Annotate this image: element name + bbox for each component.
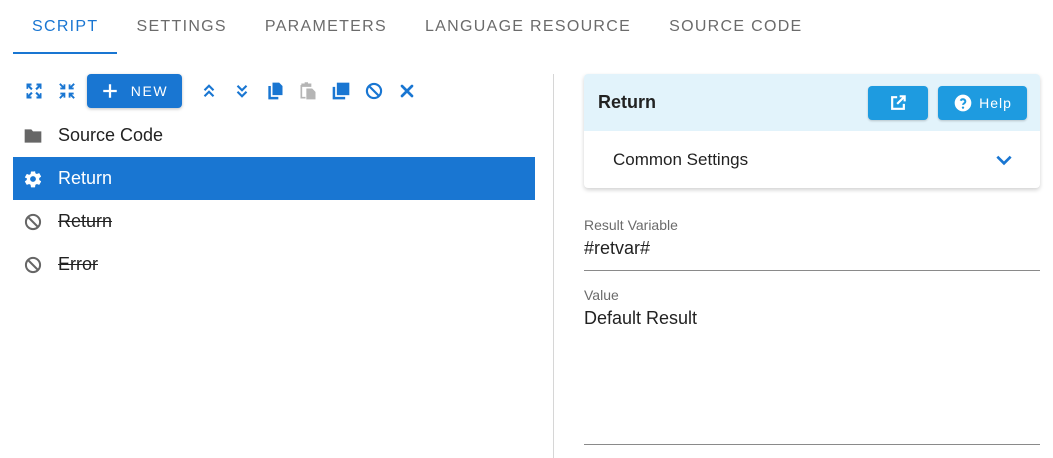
tree-item-label: Return: [58, 211, 113, 231]
tab-script[interactable]: SCRIPT: [13, 0, 118, 54]
tab-source-code[interactable]: SOURCE CODE: [650, 0, 821, 54]
properties-panel: Return Help Common Settings Result Varia…: [584, 74, 1040, 458]
paste-button[interactable]: [291, 75, 324, 107]
common-settings-label: Common Settings: [613, 149, 749, 169]
tree-item-label: Return: [58, 168, 113, 188]
gear-icon: [23, 169, 43, 189]
tree-item-label: Source Code: [58, 125, 164, 145]
expand-icon: [26, 83, 41, 99]
collapse-all-button[interactable]: [50, 75, 83, 107]
result-variable-input[interactable]: #retvar#: [584, 238, 1040, 259]
duplicate-button[interactable]: [324, 75, 357, 107]
properties-header: Return Help: [584, 74, 1040, 131]
help-button[interactable]: Help: [938, 85, 1027, 120]
disable-button[interactable]: [357, 75, 390, 107]
tab-language-resource[interactable]: LANGUAGE RESOURCE: [406, 0, 650, 54]
collapse-icon: [58, 83, 75, 99]
paste-icon: [300, 82, 315, 100]
external-link-icon: [891, 94, 906, 110]
chevron-down-icon: [996, 155, 1012, 165]
block-icon: [23, 255, 43, 275]
new-button[interactable]: NEW: [87, 74, 182, 108]
delete-button[interactable]: [390, 75, 423, 107]
tree-item-label: Error: [58, 254, 98, 274]
properties-card: Return Help Common Settings: [584, 74, 1040, 188]
duplicate-icon: [332, 82, 349, 100]
move-down-button[interactable]: [225, 75, 258, 107]
move-down-icon: [236, 85, 247, 98]
value-textarea[interactable]: Default Result: [584, 308, 1040, 329]
panel-divider[interactable]: [553, 74, 554, 458]
tree-item-source-code[interactable]: Source Code: [13, 114, 535, 157]
expand-all-button[interactable]: [17, 75, 50, 107]
delete-icon: [400, 84, 413, 98]
result-variable-label: Result Variable: [584, 217, 678, 233]
tree-toolbar: NEW: [13, 70, 535, 112]
tab-bar: SCRIPT SETTINGS PARAMETERS LANGUAGE RESO…: [0, 0, 1053, 56]
tab-parameters[interactable]: PARAMETERS: [246, 0, 406, 54]
question-circle-icon: [954, 94, 972, 111]
copy-icon: [267, 82, 282, 100]
tree-item-return-disabled[interactable]: Return: [13, 200, 535, 243]
move-up-icon: [203, 84, 214, 97]
folder-icon: [23, 126, 43, 146]
move-up-button[interactable]: [192, 75, 225, 107]
help-button-label: Help: [979, 94, 1012, 111]
tree-item-return-selected[interactable]: Return: [13, 157, 535, 200]
disable-icon: [365, 82, 382, 100]
tree-item-error-disabled[interactable]: Error: [13, 243, 535, 286]
value-field[interactable]: Value Default Result: [584, 287, 1040, 445]
copy-button[interactable]: [258, 75, 291, 107]
result-variable-field[interactable]: Result Variable #retvar#: [584, 217, 1040, 271]
script-tree: Source Code Return Return Error: [13, 114, 535, 286]
tab-settings[interactable]: SETTINGS: [117, 0, 245, 54]
common-settings-toggle[interactable]: Common Settings: [584, 131, 1040, 188]
properties-title: Return: [598, 92, 656, 112]
script-tree-panel: NEW Source Code Return Return Error: [13, 70, 535, 458]
new-button-label: NEW: [130, 83, 169, 99]
plus-icon: [103, 84, 117, 98]
open-external-button[interactable]: [868, 85, 928, 120]
value-label: Value: [584, 287, 619, 303]
block-icon: [23, 212, 43, 232]
